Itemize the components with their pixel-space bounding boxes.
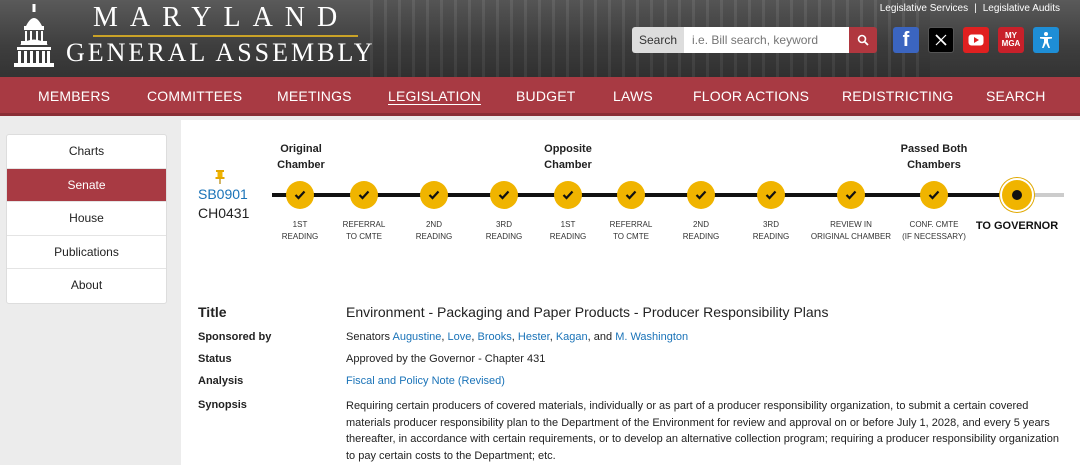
- logo-text-maryland[interactable]: MARYLAND: [93, 2, 349, 34]
- step-to-governor-marker: [1000, 178, 1034, 212]
- step-complete-marker: [420, 181, 448, 209]
- step-complete-marker: [617, 181, 645, 209]
- step-complete-marker: [490, 181, 518, 209]
- checkmark-icon: [498, 190, 510, 200]
- sidebar-item-charts[interactable]: Charts: [7, 135, 166, 169]
- search-icon: [857, 34, 869, 46]
- search-bar: Search: [632, 27, 878, 53]
- search-label: Search: [632, 27, 685, 53]
- checkmark-icon: [294, 190, 306, 200]
- nav-committees[interactable]: COMMITTEES: [147, 88, 242, 104]
- checkmark-icon: [765, 190, 777, 200]
- checkmark-icon: [695, 190, 707, 200]
- step-label-line2: ORIGINAL CHAMBER: [810, 232, 892, 241]
- nav-meetings[interactable]: MEETINGS: [277, 88, 352, 104]
- step-label-line1: CONF. CMTE: [909, 220, 959, 229]
- sponsor-value: Senators Augustine, Love, Brooks, Hester…: [346, 331, 689, 343]
- nav-search[interactable]: SEARCH: [986, 88, 1046, 104]
- accessibility-glyph: [1040, 32, 1052, 48]
- nav-legislation[interactable]: LEGISLATION: [388, 88, 481, 104]
- checkmark-icon: [562, 190, 574, 200]
- nav-floor-actions[interactable]: FLOOR ACTIONS: [693, 88, 809, 104]
- sponsor-link[interactable]: Hester: [518, 331, 550, 343]
- sponsor-link[interactable]: Kagan: [556, 331, 588, 343]
- site-header: MARYLAND GENERAL ASSEMBLY Legislative Se…: [0, 0, 1080, 77]
- step-label: CONF. CMTE (IF NECESSARY): [889, 219, 979, 243]
- step-label-line2: (IF NECESSARY): [902, 232, 966, 241]
- facebook-icon[interactable]: f: [893, 27, 919, 53]
- checkmark-icon: [358, 190, 370, 200]
- sponsor-link[interactable]: M. Washington: [615, 331, 688, 343]
- checkmark-icon: [625, 190, 637, 200]
- step-complete-marker: [687, 181, 715, 209]
- synopsis-label: Synopsis: [198, 399, 247, 411]
- sponsor-link[interactable]: Augustine: [392, 331, 441, 343]
- checkmark-icon: [428, 190, 440, 200]
- step-complete-marker: [554, 181, 582, 209]
- step-complete-marker: [920, 181, 948, 209]
- status-label: Status: [198, 353, 232, 365]
- sponsor-link[interactable]: Brooks: [478, 331, 512, 343]
- step-complete-marker: [286, 181, 314, 209]
- search-input[interactable]: [684, 27, 850, 53]
- nav-redistricting[interactable]: REDISTRICTING: [842, 88, 954, 104]
- mymga-icon[interactable]: MY MGA: [998, 27, 1024, 53]
- sponsor-link[interactable]: Love: [448, 331, 472, 343]
- capitol-dome-logo-icon[interactable]: [12, 4, 56, 70]
- x-icon[interactable]: [928, 27, 954, 53]
- step-label-line1: REVIEW IN: [830, 220, 872, 229]
- sidebar-item-about[interactable]: About: [7, 269, 166, 303]
- link-legislative-services[interactable]: Legislative Services: [880, 3, 968, 14]
- sidebar-item-senate[interactable]: Senate: [7, 168, 166, 203]
- logo-divider: [93, 35, 358, 37]
- accessibility-icon[interactable]: [1033, 27, 1059, 53]
- synopsis-value: Requiring certain producers of covered m…: [346, 400, 1059, 462]
- sidebar-item-publications[interactable]: Publications: [7, 236, 166, 270]
- title-label: Title: [198, 304, 227, 320]
- mymga-text: MY MGA: [1001, 31, 1021, 48]
- bill-number-link[interactable]: SB0901: [198, 186, 248, 202]
- checkmark-icon: [845, 190, 857, 200]
- top-links: Legislative Services | Legislative Audits: [877, 3, 1063, 14]
- chapter-number: CH0431: [198, 205, 250, 221]
- step-label-line2: READING: [752, 232, 790, 241]
- checkmark-icon: [928, 190, 940, 200]
- status-value: Approved by the Governor - Chapter 431: [346, 353, 546, 365]
- pin-icon[interactable]: [215, 170, 225, 184]
- step-to-governor-label: TO GOVERNOR: [975, 220, 1059, 232]
- current-step-dot: [1012, 190, 1022, 200]
- link-legislative-audits[interactable]: Legislative Audits: [983, 3, 1060, 14]
- title-value: Environment - Packaging and Paper Produc…: [346, 304, 829, 320]
- step-label: REVIEW IN ORIGINAL CHAMBER: [806, 219, 896, 243]
- sidebar-item-house[interactable]: House: [7, 202, 166, 236]
- youtube-icon[interactable]: [963, 27, 989, 53]
- nav-budget[interactable]: BUDGET: [516, 88, 576, 104]
- nav-members[interactable]: MEMBERS: [38, 88, 110, 104]
- step-label: 3RD READING: [726, 219, 816, 243]
- step-complete-marker: [350, 181, 378, 209]
- analysis-label: Analysis: [198, 375, 244, 387]
- youtube-glyph: [968, 34, 984, 46]
- x-logo-glyph: [935, 34, 947, 46]
- tracker-header-original: Original Chamber: [277, 143, 325, 171]
- sponsor-and: and: [593, 331, 613, 343]
- tracker-header-opposite: Opposite Chamber: [544, 143, 592, 171]
- step-complete-marker: [837, 181, 865, 209]
- step-label-line1: 3RD: [762, 220, 779, 229]
- search-button[interactable]: [849, 27, 878, 53]
- top-links-separator: |: [974, 3, 977, 14]
- step-complete-marker: [757, 181, 785, 209]
- fiscal-note-link[interactable]: Fiscal and Policy Note (Revised): [346, 375, 505, 387]
- nav-laws[interactable]: LAWS: [613, 88, 653, 104]
- main-nav: MEMBERS COMMITTEES MEETINGS LEGISLATION …: [0, 77, 1080, 116]
- sponsor-prefix: Senators: [346, 331, 391, 343]
- tracker-header-passed: Passed Both Chambers: [900, 143, 968, 171]
- logo-text-general-assembly[interactable]: GENERAL ASSEMBLY: [66, 38, 376, 68]
- sponsor-label: Sponsored by: [198, 331, 272, 343]
- sidebar: Charts Senate House Publications About: [6, 134, 167, 304]
